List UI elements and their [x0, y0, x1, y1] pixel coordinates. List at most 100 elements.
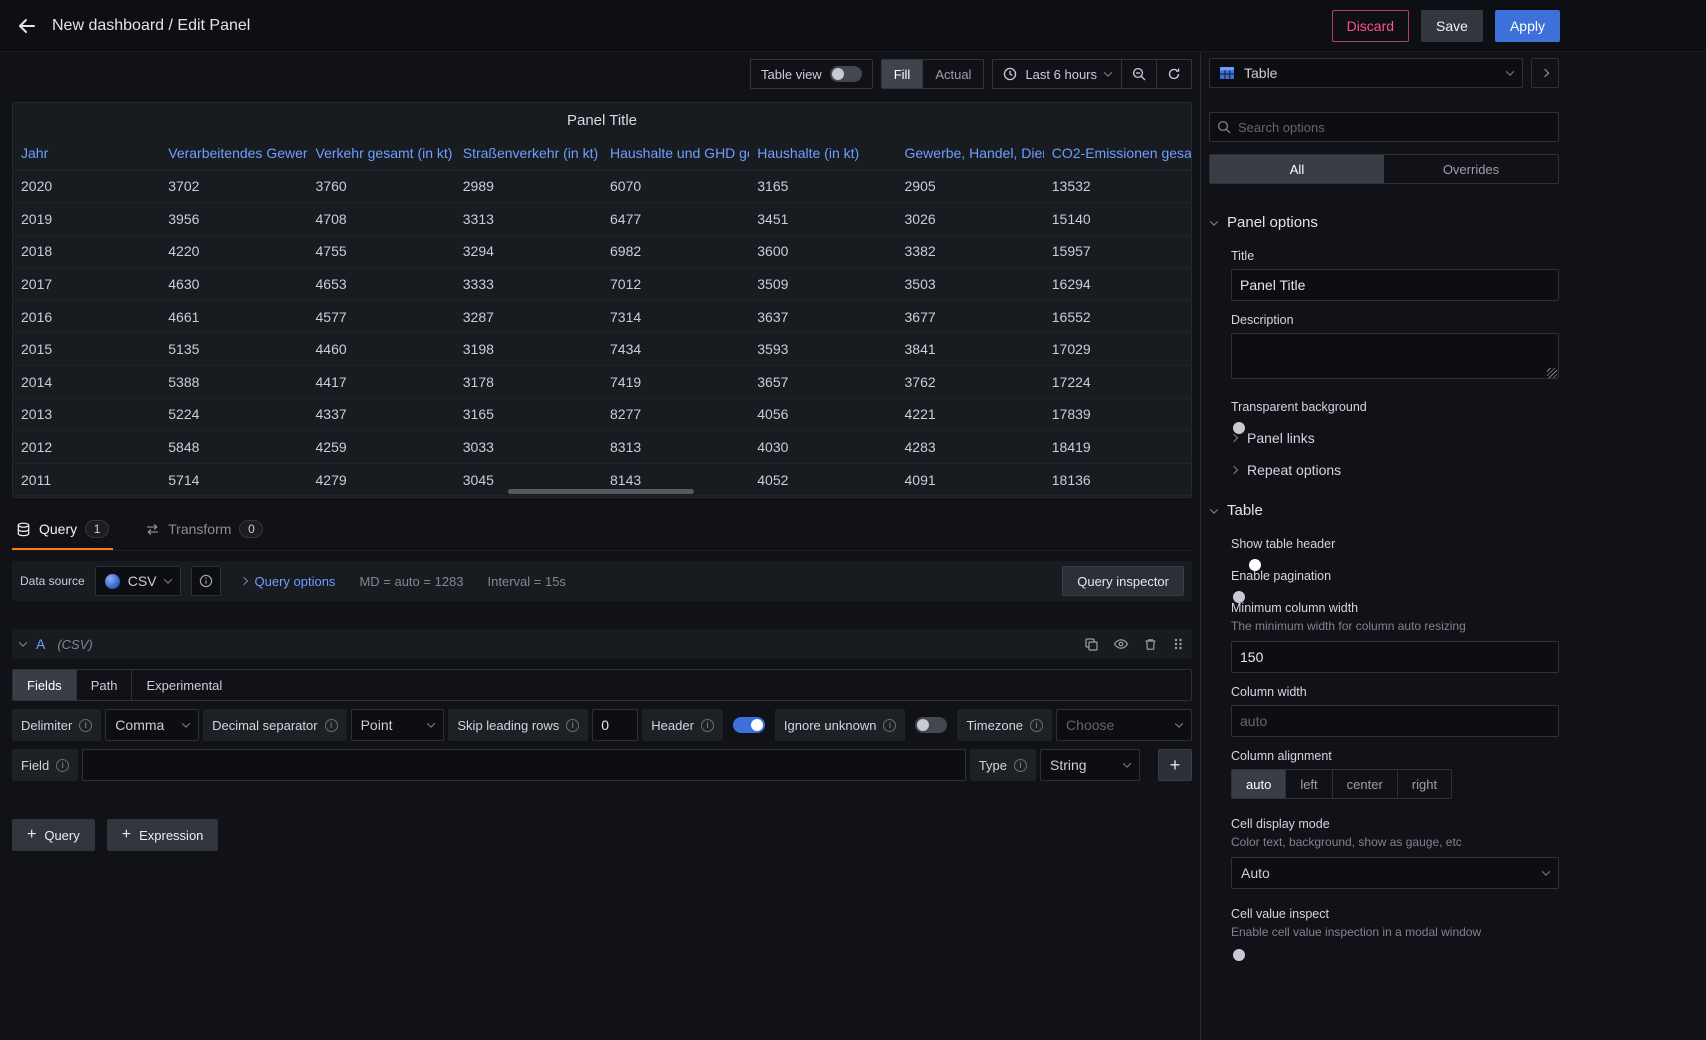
align-auto-button[interactable]: auto [1232, 770, 1285, 798]
section-panel-options[interactable]: Panel options [1209, 210, 1559, 235]
table-cell: 2014 [13, 366, 160, 399]
repeat-options-section[interactable]: Repeat options [1231, 462, 1559, 478]
header-label: Header [651, 718, 694, 733]
save-button[interactable]: Save [1421, 10, 1483, 42]
decimal-separator-value: Point [361, 717, 393, 733]
tab-experimental[interactable]: Experimental [131, 670, 236, 700]
table-column-header[interactable]: CO2-Emissionen gesar [1044, 137, 1191, 170]
database-icon [16, 522, 31, 537]
ignore-unknown-label: Ignore unknown [784, 718, 877, 733]
type-label: Type [979, 758, 1007, 773]
column-width-input[interactable] [1231, 705, 1559, 737]
min-column-width-input[interactable] [1231, 641, 1559, 673]
table-cell: 4279 [308, 463, 455, 496]
type-select[interactable]: String [1040, 749, 1140, 781]
table-cell: 3509 [749, 268, 896, 301]
breadcrumb[interactable]: New dashboard / Edit Panel [52, 17, 250, 35]
edit-panel-main: Table view Fill Actual Last 6 hours [0, 52, 1200, 1040]
query-row-header[interactable]: A (CSV) [12, 629, 1192, 659]
delimiter-select[interactable]: Comma [105, 709, 199, 741]
timezone-select[interactable]: Choose [1056, 709, 1192, 741]
table-column-header[interactable]: Jahr [13, 137, 160, 170]
discard-button[interactable]: Discard [1332, 10, 1409, 42]
add-query-button[interactable]: + Query [12, 819, 95, 851]
table-cell: 7434 [602, 333, 749, 366]
field-name-input[interactable] [82, 749, 966, 781]
header-toggle[interactable] [733, 717, 765, 733]
actual-button[interactable]: Actual [922, 60, 983, 88]
align-center-button[interactable]: center [1332, 770, 1397, 798]
search-options-input[interactable] [1209, 112, 1559, 142]
tab-all[interactable]: All [1210, 155, 1384, 183]
options-sidebar: Table All Overrides [1200, 52, 1706, 1040]
table-header-row: JahrVerarbeitendes GewerlVerkehr gesamt … [13, 137, 1191, 170]
table-cell: 3313 [455, 203, 602, 236]
visualization-picker[interactable]: Table [1209, 58, 1523, 88]
search-icon [1217, 120, 1231, 134]
duplicate-query-button[interactable] [1084, 636, 1099, 652]
top-bar: New dashboard / Edit Panel Discard Save … [0, 0, 1706, 52]
horizontal-scrollbar[interactable] [508, 489, 694, 494]
back-button[interactable] [16, 15, 38, 37]
table-view-toggle[interactable] [830, 66, 862, 82]
skip-rows-input[interactable] [592, 709, 638, 741]
add-query-label: Query [44, 828, 79, 843]
table-cell: 7012 [602, 268, 749, 301]
table-column-header[interactable]: Verkehr gesamt (in kt) [308, 137, 455, 170]
ignore-unknown-toggle[interactable] [915, 717, 947, 733]
table-column-header[interactable]: Haushalte (in kt) [749, 137, 896, 170]
add-field-button[interactable]: + [1158, 749, 1192, 781]
zoom-out-button[interactable] [1121, 60, 1156, 88]
query-ref-id: A [36, 636, 45, 652]
align-left-button[interactable]: left [1285, 770, 1331, 798]
tab-fields[interactable]: Fields [13, 670, 76, 700]
section-table[interactable]: Table [1209, 498, 1559, 523]
query-count-badge: 1 [85, 520, 109, 538]
trash-icon [1143, 637, 1158, 652]
table-column-header[interactable]: Haushalte und GHD ge [602, 137, 749, 170]
align-right-button[interactable]: right [1397, 770, 1451, 798]
tab-path[interactable]: Path [76, 670, 132, 700]
fill-button[interactable]: Fill [882, 60, 923, 88]
table-row: 201939564708331364773451302615140 [13, 203, 1191, 236]
hide-query-button[interactable] [1113, 636, 1129, 652]
resize-handle[interactable] [1547, 368, 1557, 378]
drag-handle[interactable] [1172, 636, 1184, 652]
time-range-picker[interactable]: Last 6 hours [993, 60, 1121, 88]
table-cell: 15140 [1044, 203, 1191, 236]
field-field: Field i [12, 749, 78, 781]
table-column-header[interactable]: Straßenverkehr (in kt) [455, 137, 602, 170]
table-cell: 3637 [749, 300, 896, 333]
panel-title-input[interactable] [1231, 269, 1559, 301]
cell-display-mode-select[interactable]: Auto [1231, 857, 1559, 889]
type-field: Type i [970, 749, 1036, 781]
table-cell: 6982 [602, 235, 749, 268]
table-cell: 2013 [13, 398, 160, 431]
add-expression-button[interactable]: + Expression [107, 819, 219, 851]
title-label: Title [1231, 249, 1559, 263]
apply-button[interactable]: Apply [1495, 10, 1560, 42]
csv-datasource-icon [105, 574, 120, 589]
tab-transform[interactable]: Transform 0 [141, 514, 267, 550]
collapse-options-button[interactable] [1531, 58, 1559, 88]
table-cell: 3033 [455, 431, 602, 464]
delete-query-button[interactable] [1143, 636, 1158, 652]
decimal-separator-select[interactable]: Point [351, 709, 445, 741]
table-cell: 2017 [13, 268, 160, 301]
table-cell: 3382 [897, 235, 1044, 268]
datasource-picker[interactable]: CSV [95, 566, 181, 596]
repeat-options-label: Repeat options [1247, 462, 1341, 478]
table-column-header[interactable]: Gewerbe, Handel, Dien [897, 137, 1044, 170]
tab-query[interactable]: Query 1 [12, 514, 113, 550]
tab-overrides[interactable]: Overrides [1384, 155, 1558, 183]
panel-links-section[interactable]: Panel links [1231, 430, 1559, 446]
panel-preview: Panel Title JahrVerarbeitendes GewerlVer… [12, 102, 1192, 498]
datasource-help-button[interactable] [191, 566, 221, 596]
query-options-toggle[interactable]: Query options [241, 574, 336, 589]
refresh-button[interactable] [1156, 60, 1191, 88]
tab-transform-label: Transform [168, 521, 231, 537]
query-inspector-button[interactable]: Query inspector [1062, 566, 1184, 596]
table-column-header[interactable]: Verarbeitendes Gewerl [160, 137, 307, 170]
description-textarea[interactable] [1231, 333, 1559, 379]
help-icon: i [79, 719, 92, 732]
